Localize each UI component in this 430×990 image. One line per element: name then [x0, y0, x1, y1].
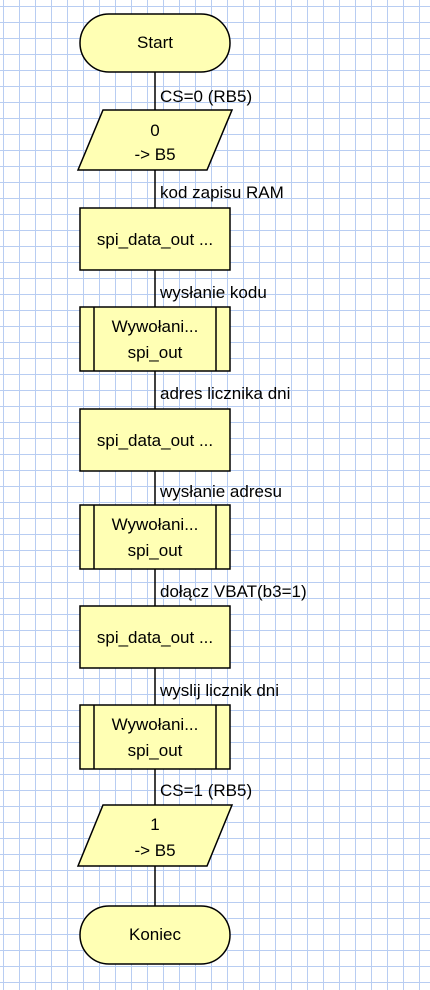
call-label: Wywołani...: [112, 515, 199, 534]
call-node-spi-out-1[interactable]: Wywołani... spi_out: [79, 306, 231, 372]
edge-label-wyslanie-kodu: wysłanie kodu: [159, 283, 267, 302]
edge-label-kod-zapisu: kod zapisu RAM: [160, 183, 284, 202]
call-target: spi_out: [128, 541, 183, 560]
start-label: Start: [137, 33, 173, 52]
edge-label-cs0: CS=0 (RB5): [160, 87, 252, 106]
output-node-b5-one[interactable]: 1 -> B5: [76, 804, 234, 867]
end-label: Koniec: [129, 925, 181, 944]
flowchart: Start CS=0 (RB5) 0 -> B5 kod zapisu RAM …: [76, 13, 307, 965]
process-node-spi-data-out-3[interactable]: spi_data_out ...: [79, 605, 231, 669]
output-value: 1: [150, 815, 159, 834]
end-node[interactable]: Koniec: [79, 905, 231, 965]
call-node-spi-out-2[interactable]: Wywołani... spi_out: [79, 504, 231, 570]
process-label: spi_data_out ...: [97, 431, 213, 450]
call-target: spi_out: [128, 741, 183, 760]
edge-label-wyslanie-adresu: wysłanie adresu: [159, 482, 282, 501]
start-node[interactable]: Start: [79, 13, 231, 73]
process-node-spi-data-out-2[interactable]: spi_data_out ...: [79, 408, 231, 472]
output-target: -> B5: [134, 841, 175, 860]
call-node-spi-out-3[interactable]: Wywołani... spi_out: [79, 704, 231, 770]
edge-label-adres-licznika: adres licznika dni: [160, 384, 290, 403]
output-value: 0: [150, 121, 159, 140]
process-node-spi-data-out-1[interactable]: spi_data_out ...: [79, 207, 231, 271]
call-label: Wywołani...: [112, 715, 199, 734]
edge-label-dolacz-vbat: dołącz VBAT(b3=1): [160, 582, 307, 601]
edge-label-cs1: CS=1 (RB5): [160, 781, 252, 800]
call-label: Wywołani...: [112, 317, 199, 336]
edge-label-wyslij-licznik: wyslij licznik dni: [159, 681, 279, 700]
output-target: -> B5: [134, 145, 175, 164]
output-node-b5-zero[interactable]: 0 -> B5: [76, 109, 234, 171]
call-target: spi_out: [128, 343, 183, 362]
process-label: spi_data_out ...: [97, 230, 213, 249]
process-label: spi_data_out ...: [97, 628, 213, 647]
